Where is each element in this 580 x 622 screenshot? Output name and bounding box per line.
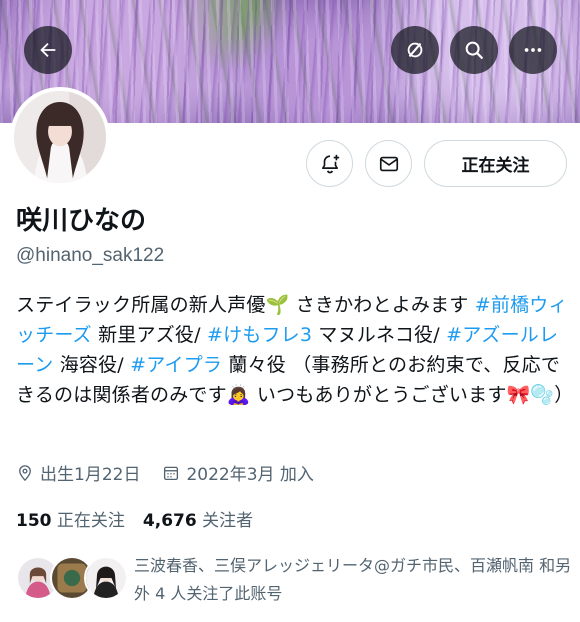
followed-by-text: 三波春香、三俣アレッジェリータ@ガチ市民、百瀬帆南 和另外 4 人关注了此账号 bbox=[134, 556, 572, 603]
followed-by-row[interactable]: 三波春香、三俣アレッジェリータ@ガチ市民、百瀬帆南 和另外 4 人关注了此账号 bbox=[16, 552, 576, 608]
birthday-item: 出生1月22日 bbox=[16, 460, 140, 485]
grok-icon bbox=[407, 42, 423, 58]
display-name: 咲川ひなの bbox=[16, 206, 147, 236]
avatar-photo bbox=[14, 91, 106, 183]
bio-text: 新里アズ役/ bbox=[91, 324, 207, 346]
profile-bio: ステイラック所属の新人声優🌱 さきかわとよみます #前橋ウィッチーズ 新里アズ役… bbox=[16, 290, 573, 410]
message-button[interactable] bbox=[365, 140, 412, 187]
hashtag-link[interactable]: #けもフレ3 bbox=[207, 324, 312, 346]
arrow-left-icon bbox=[40, 42, 56, 58]
user-handle: @hinano_sak122 bbox=[16, 245, 165, 266]
grok-button[interactable] bbox=[391, 26, 439, 74]
bell-plus-icon bbox=[321, 154, 339, 173]
bio-text: マヌルネコ役/ bbox=[312, 324, 447, 346]
follower-avatars bbox=[16, 552, 128, 604]
followers-label: 关注者 bbox=[202, 511, 254, 531]
birthday-text: 出生1月22日 bbox=[40, 465, 141, 485]
joined-item: 2022年3月 加入 bbox=[162, 460, 314, 485]
search-button[interactable] bbox=[450, 26, 498, 74]
envelope-icon bbox=[379, 156, 398, 171]
profile-meta: 出生1月22日 2022年3月 加入 bbox=[16, 460, 314, 485]
back-button[interactable] bbox=[24, 26, 72, 74]
bio-text: 海容役/ bbox=[53, 354, 131, 376]
following-link[interactable]: 150 正在关注 bbox=[16, 506, 125, 531]
joined-text: 2022年3月 加入 bbox=[186, 465, 314, 485]
follower-avatar bbox=[84, 556, 128, 600]
profile-avatar[interactable] bbox=[10, 87, 110, 187]
more-button[interactable] bbox=[509, 26, 557, 74]
search-icon bbox=[465, 41, 483, 59]
following-button[interactable]: 正在关注 bbox=[424, 140, 567, 187]
followers-count: 4,676 bbox=[142, 511, 197, 531]
followers-link[interactable]: 4,676 关注者 bbox=[143, 506, 253, 531]
following-label: 正在关注 bbox=[56, 511, 125, 531]
more-horizontal-icon bbox=[524, 48, 542, 52]
profile-stats: 150 正在关注 4,676 关注者 bbox=[16, 506, 253, 531]
calendar-icon bbox=[164, 466, 179, 480]
notifications-button[interactable] bbox=[306, 140, 353, 187]
bio-text: ステイラック所属の新人声優🌱 さきかわとよみます bbox=[16, 294, 475, 316]
location-pin-icon bbox=[19, 464, 31, 481]
following-count: 150 bbox=[16, 511, 52, 531]
hashtag-link[interactable]: #アイプラ bbox=[130, 354, 222, 376]
